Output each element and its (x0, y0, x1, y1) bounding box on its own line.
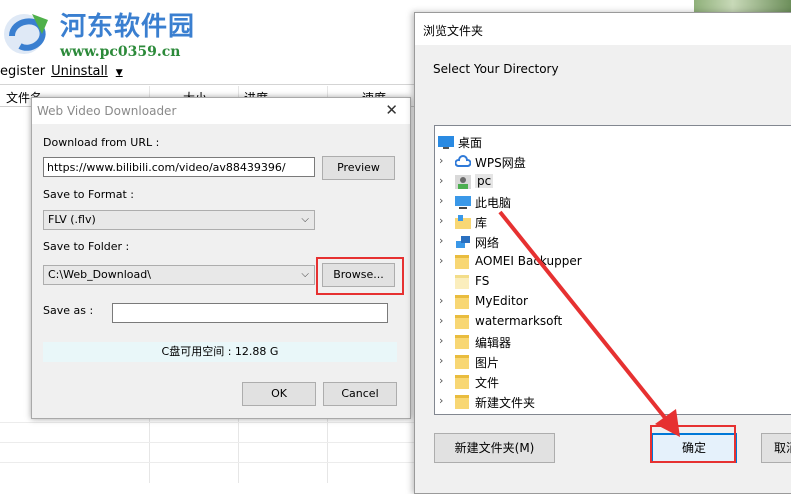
folder-icon (455, 395, 471, 409)
folder-icon (455, 355, 471, 369)
chevron-right-icon[interactable]: › (439, 194, 443, 207)
caret-down-icon: ▼ (115, 67, 123, 78)
tree-item[interactable]: › AOMEI Backupper (435, 252, 791, 272)
highlight-box-confirm (650, 425, 736, 463)
desktop-icon (438, 135, 454, 149)
chevron-right-icon[interactable]: › (439, 214, 443, 227)
saveas-label: Save as : (43, 304, 94, 317)
bg-menu-bar: egister Uninstall ▼ (0, 60, 135, 82)
chevron-right-icon[interactable]: › (439, 174, 443, 187)
divider (0, 84, 430, 85)
tree-item[interactable]: › watermarksoft (435, 312, 791, 332)
new-folder-button[interactable]: 新建文件夹(M) (434, 433, 555, 463)
grid-line (0, 442, 415, 443)
tree-item-label: MyEditor (475, 294, 528, 308)
grid-line (0, 422, 415, 423)
folder-select[interactable]: C:\Web_Download\ ⌵ (43, 265, 315, 285)
dialog-prompt: Select Your Directory (433, 62, 559, 76)
tree-item-label: 编辑器 (475, 336, 512, 350)
tree-item-label: pc (475, 174, 494, 188)
tree-item[interactable]: FS (435, 272, 791, 292)
chevron-right-icon[interactable]: › (439, 354, 443, 367)
url-label: Download from URL : (43, 136, 160, 149)
browse-folder-dialog: 浏览文件夹 Select Your Directory 桌面 › WPS网盘 › pc ›… (414, 12, 791, 494)
folder-icon (455, 255, 471, 269)
cancel-button[interactable]: Cancel (323, 382, 397, 406)
tree-item-label: 图片 (475, 356, 500, 370)
tree-item[interactable]: › 库 (435, 212, 791, 232)
format-label: Save to Format : (43, 188, 135, 201)
tree-item[interactable]: › 新建文件夹 (435, 392, 791, 412)
watermark-url: www.pc0359.cn (60, 44, 181, 60)
folder-icon (455, 295, 471, 309)
tree-item-label: FS (475, 274, 490, 288)
dialog-titlebar[interactable]: 浏览文件夹 (415, 13, 791, 45)
watermark-site-name: 河东软件园 (60, 12, 196, 42)
tree-item-label: 桌面 (458, 136, 483, 150)
format-select[interactable]: FLV (.flv) ⌵ (43, 210, 315, 230)
close-icon[interactable]: ✕ (385, 101, 398, 119)
preview-button[interactable]: Preview (322, 156, 395, 180)
chevron-right-icon[interactable]: › (439, 334, 443, 347)
chevron-down-icon: ⌵ (301, 269, 309, 280)
dialog-title: 浏览文件夹 (423, 24, 484, 38)
folder-label: Save to Folder : (43, 240, 130, 253)
cancel-button[interactable]: 取消 (761, 433, 791, 463)
library-icon (455, 215, 471, 229)
folder-icon (455, 275, 471, 289)
chevron-right-icon[interactable]: › (439, 254, 443, 267)
tree-item-label: WPS网盘 (475, 156, 526, 170)
tree-item-label: 新建文件夹 (2) (475, 414, 556, 415)
uninstall-label: Uninstall (51, 63, 108, 79)
tree-item[interactable]: 桌面 (435, 132, 791, 152)
tree-item-label: 网络 (475, 236, 500, 250)
tree-item[interactable]: › WPS网盘 (435, 152, 791, 172)
tree-item[interactable]: › MyEditor (435, 292, 791, 312)
format-value: FLV (.flv) (48, 213, 96, 226)
ok-button[interactable]: OK (242, 382, 316, 406)
tree-item-label: AOMEI Backupper (475, 254, 582, 268)
tree-item[interactable]: › 此电脑 (435, 192, 791, 212)
folder-icon (455, 335, 471, 349)
dialog-title: Web Video Downloader (37, 104, 177, 118)
network-icon (455, 235, 471, 249)
chevron-down-icon: ⌵ (301, 214, 309, 225)
tree-item[interactable]: › 编辑器 (435, 332, 791, 352)
folder-tree[interactable]: 桌面 › WPS网盘 › pc › 此电脑 › 库 › 网络 › AOMEI Backupper FS › M… (434, 125, 791, 415)
tree-item-label: 库 (475, 216, 488, 230)
watermark-logo-icon (4, 14, 48, 54)
tree-item-label: watermarksoft (475, 314, 563, 328)
grid-line (0, 462, 415, 463)
tree-item[interactable]: › 新建文件夹 (2) (435, 412, 791, 415)
register-menu[interactable]: egister (0, 64, 51, 79)
dialog-titlebar[interactable]: Web Video Downloader ✕ (32, 98, 410, 124)
chevron-right-icon[interactable]: › (439, 394, 443, 407)
folder-icon (455, 375, 471, 389)
tree-item-label: 此电脑 (475, 196, 512, 210)
tree-item-label: 文件 (475, 376, 500, 390)
cloud-icon (454, 155, 472, 169)
free-space-status: C盘可用空间 : 12.88 G (43, 342, 397, 362)
tree-item[interactable]: › pc (435, 172, 791, 192)
saveas-input[interactable] (112, 303, 388, 323)
highlight-box-browse (316, 257, 404, 295)
tree-item-label: 新建文件夹 (475, 396, 536, 410)
chevron-right-icon[interactable]: › (439, 234, 443, 247)
tree-item[interactable]: › 网络 (435, 232, 791, 252)
url-input[interactable]: https://www.bilibili.com/video/av8843939… (43, 157, 315, 177)
chevron-right-icon[interactable]: › (439, 414, 443, 415)
folder-value: C:\Web_Download\ (48, 268, 151, 281)
folder-icon (455, 315, 471, 329)
chevron-right-icon[interactable]: › (439, 374, 443, 387)
user-icon (455, 175, 471, 189)
computer-icon (455, 195, 471, 209)
tree-item[interactable]: › 文件 (435, 372, 791, 392)
tree-item[interactable]: › 图片 (435, 352, 791, 372)
chevron-right-icon[interactable]: › (439, 314, 443, 327)
chevron-right-icon[interactable]: › (439, 294, 443, 307)
uninstall-menu[interactable]: Uninstall ▼ (51, 64, 135, 79)
chevron-right-icon[interactable]: › (439, 154, 443, 167)
